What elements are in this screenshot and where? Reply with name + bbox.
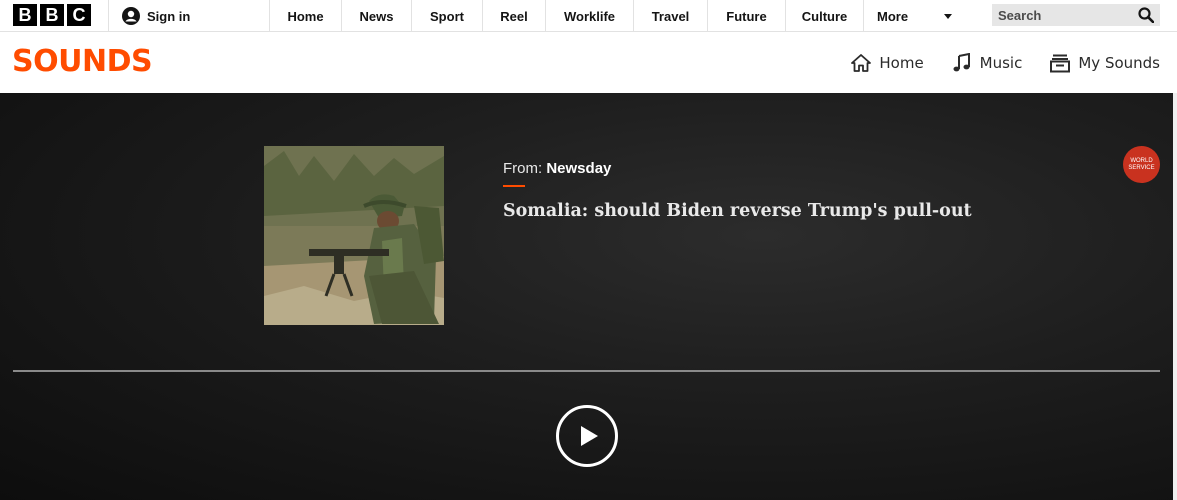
sounds-nav-home-label: Home [879,54,924,72]
sounds-nav-my-sounds[interactable]: My Sounds [1050,53,1160,73]
from-line: From: Newsday [503,160,972,177]
chevron-down-icon [944,13,953,19]
episode-player: From: Newsday Somalia: should Biden reve… [0,93,1173,500]
nav-item-sport[interactable]: Sport [412,0,483,32]
sounds-nav-my-sounds-label: My Sounds [1078,54,1160,72]
episode-title: Somalia: should Biden reverse Trump's pu… [503,201,972,221]
from-prefix: From: [503,160,543,177]
sounds-nav: Home Music My Sounds [851,33,1160,93]
world-service-badge[interactable]: WORLD SERVICE [1123,146,1160,183]
progress-bar[interactable] [13,370,1160,372]
bbc-logo[interactable]: B B C [13,4,91,26]
nav-more-label: More [877,8,909,24]
badge-line-2: SERVICE [1128,164,1155,171]
nav-item-home[interactable]: Home [270,0,342,32]
nav-item-travel[interactable]: Travel [634,0,708,32]
sounds-logo[interactable]: SOUNDS [12,44,153,79]
play-button[interactable] [556,405,618,467]
badge-line-1: WORLD [1130,157,1153,164]
play-icon [581,426,598,446]
search-box [992,4,1160,26]
nav-item-news[interactable]: News [342,0,412,32]
brand-link[interactable]: Newsday [546,160,611,177]
search-icon[interactable] [1138,7,1154,23]
sounds-nav-home[interactable]: Home [851,53,924,73]
sign-in-link[interactable]: Sign in [108,0,270,32]
nav-item-reel[interactable]: Reel [483,0,546,32]
bbc-global-nav: B B C Sign in Home News Sport Reel Workl… [0,0,1177,32]
bbc-logo-letter: C [67,4,91,26]
sign-in-label: Sign in [147,8,191,24]
sounds-header: SOUNDS Home Music My Sounds [0,33,1177,93]
music-note-icon [953,53,970,72]
scrollbar[interactable] [1173,93,1177,500]
accent-divider [503,185,525,187]
my-sounds-icon [1050,54,1071,73]
nav-item-worklife[interactable]: Worklife [546,0,634,32]
bbc-logo-letter: B [13,4,37,26]
search-input[interactable] [998,7,1128,23]
home-icon [851,54,872,72]
sounds-nav-music[interactable]: Music [952,53,1023,73]
bbc-nav-items: Home News Sport Reel Worklife Travel Fut… [270,0,968,32]
episode-artwork [264,146,444,325]
nav-item-more[interactable]: More [864,0,968,32]
bbc-logo-letter: B [40,4,64,26]
episode-meta: From: Newsday Somalia: should Biden reve… [503,160,972,221]
sounds-nav-music-label: Music [979,54,1023,72]
nav-item-culture[interactable]: Culture [786,0,864,32]
soldier-photo-image [264,146,444,325]
nav-item-future[interactable]: Future [708,0,786,32]
user-icon [122,7,140,25]
